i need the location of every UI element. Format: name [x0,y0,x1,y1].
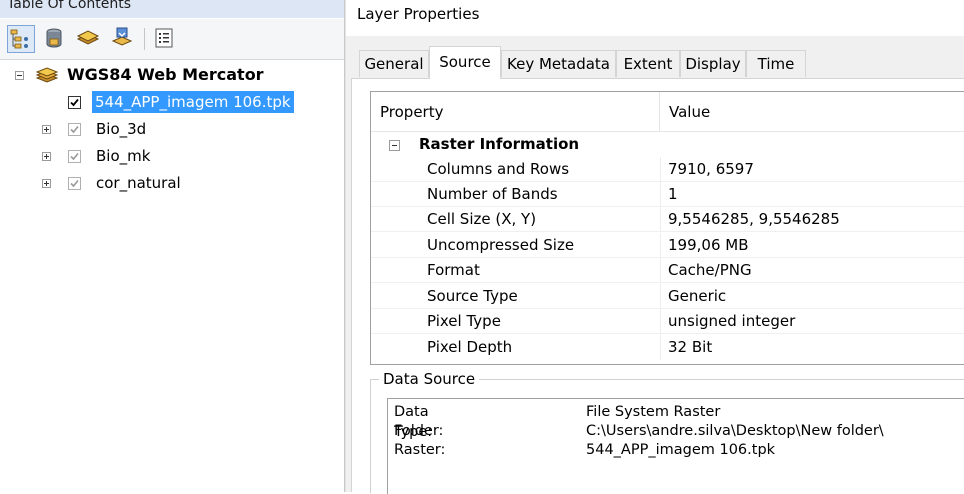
toolbar-separator [144,28,145,50]
table-row: Cell Size (X, Y) 9,5546285, 9,5546285 [371,207,964,232]
raster-properties-table[interactable]: Property Value Raster Information Column… [370,91,964,365]
layer-visibility-checkbox[interactable] [68,96,81,109]
section-label: Raster Information [419,135,580,153]
data-frame-label: WGS84 Web Mercator [67,65,264,84]
raster-information-section[interactable]: Raster Information [371,132,964,157]
data-frame-layers-icon [35,65,59,92]
tab-strip: General Source Key Metadata Extent Displ… [346,44,964,79]
data-source-value: C:\Users\andre.silva\Desktop\New folder\ [586,423,884,439]
layer-label[interactable]: Bio_mk [96,145,150,167]
property-name: Cell Size (X, Y) [427,210,537,228]
table-of-contents-panel: Table Of Contents WGS84 Web Mercator 544… [0,0,344,492]
data-source-key: Folder: [394,423,444,439]
tab-time[interactable]: Time [746,50,806,77]
toc-title-bar: Table Of Contents [0,0,344,18]
table-row: Number of Bands 1 [371,182,964,207]
data-source-value: 544_APP_imagem 106.tpk [586,442,776,458]
layer-label[interactable]: cor_natural [96,172,181,194]
data-source-value: File System Raster [586,404,721,420]
layer-row[interactable]: 544_APP_imagem 106.tpk [0,91,344,113]
data-source-legend: Data Source [379,370,480,388]
property-value: unsigned integer [668,312,796,330]
property-value: 9,5546285, 9,5546285 [668,210,840,228]
property-column-header[interactable]: Property [371,92,660,132]
toc-tree: WGS84 Web Mercator 544_APP_imagem 106.tp… [0,60,344,492]
data-source-key: Raster: [394,442,446,458]
layer-visibility-checkbox[interactable] [68,123,81,136]
layer-label[interactable]: 544_APP_imagem 106.tpk [92,91,294,113]
tab-key-metadata[interactable]: Key Metadata [501,50,616,77]
tab-display[interactable]: Display [680,50,746,77]
table-row: Columns and Rows 7910, 6597 [371,157,964,182]
table-row: Source Type Generic [371,284,964,309]
property-value: Cache/PNG [668,261,752,279]
toc-title: Table Of Contents [7,0,132,12]
list-by-source-icon[interactable] [41,25,69,53]
property-name: Pixel Depth [427,338,513,356]
property-value: 199,06 MB [668,236,749,254]
property-name: Pixel Type [427,312,501,330]
property-name: Number of Bands [427,185,558,203]
layer-row[interactable]: Bio_mk [0,145,344,167]
expand-icon[interactable] [42,179,51,188]
property-value: 32 Bit [668,338,713,356]
collapse-icon[interactable] [15,71,24,80]
data-source-text-box[interactable]: Data Type: File System Raster Folder: C:… [387,398,964,494]
layer-properties-dialog: Layer Properties General Source Key Meta… [346,0,964,494]
expand-icon[interactable] [42,152,51,161]
table-row: Uncompressed Size 199,06 MB [371,233,964,258]
options-icon[interactable] [151,25,179,53]
layer-visibility-checkbox[interactable] [68,177,81,190]
tab-extent[interactable]: Extent [616,50,680,77]
data-source-group: Data Source Data Type: File System Raste… [370,370,964,494]
property-name: Uncompressed Size [427,236,575,254]
property-name: Columns and Rows [427,160,570,178]
data-frame-row[interactable]: WGS84 Web Mercator [0,64,344,86]
property-name: Source Type [427,287,518,305]
list-by-visibility-icon[interactable] [75,25,103,53]
layer-label[interactable]: Bio_3d [96,118,146,140]
property-value: 7910, 6597 [668,160,754,178]
layer-row[interactable]: Bio_3d [0,118,344,140]
tab-general[interactable]: General [359,50,429,77]
list-by-selection-icon[interactable] [109,25,137,53]
property-value: 1 [668,185,678,203]
layer-row[interactable]: cor_natural [0,172,344,194]
expand-icon[interactable] [42,125,51,134]
table-row: Pixel Depth 32 Bit [371,335,964,360]
layer-visibility-checkbox[interactable] [68,150,81,163]
list-by-drawing-order-icon[interactable] [7,25,35,53]
table-row: Pixel Type unsigned integer [371,309,964,334]
tab-source[interactable]: Source [429,46,501,79]
property-name: Format [427,261,480,279]
value-column-header[interactable]: Value [660,92,964,132]
table-row: Format Cache/PNG [371,258,964,283]
toc-toolbar [0,19,344,60]
source-tab-panel: Property Value Raster Information Column… [351,78,964,494]
property-value: Generic [668,287,727,305]
collapse-icon[interactable] [389,140,400,151]
dialog-title-bar[interactable]: Layer Properties [346,0,964,36]
dialog-title: Layer Properties [357,5,480,23]
